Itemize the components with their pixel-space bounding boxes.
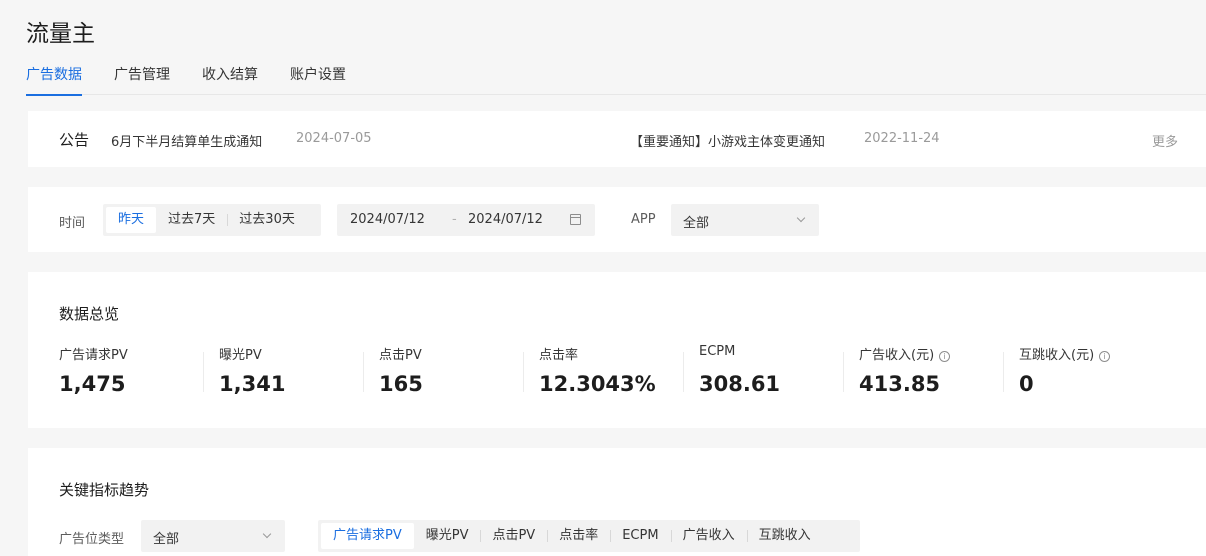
metric-divider: [683, 352, 684, 392]
metric-label-wrap: 互跳收入(元) i: [1019, 344, 1111, 363]
metric-value: 12.3043%: [539, 372, 656, 396]
metric-option-ctr[interactable]: 点击率: [547, 523, 610, 549]
metric-ad-requests: 广告请求PV 1,475: [59, 344, 219, 396]
tab-account-settings[interactable]: 账户设置: [290, 66, 346, 95]
slot-type-select[interactable]: 全部: [141, 520, 285, 552]
metric-value: 413.85: [859, 372, 941, 396]
time-option-30-days[interactable]: 过去30天: [227, 207, 307, 233]
page-title: 流量主: [26, 21, 95, 47]
calendar-icon[interactable]: [570, 214, 581, 225]
slot-type-label: 广告位类型: [59, 532, 125, 547]
date-start[interactable]: 2024/07/12: [350, 212, 425, 227]
main-tabs: 广告数据 广告管理 收入结算 账户设置: [26, 66, 1206, 96]
metric-option-cross-jump-revenue[interactable]: 互跳收入: [746, 523, 823, 549]
time-range-selector: 昨天 过去7天 过去30天: [103, 204, 321, 236]
time-option-yesterday[interactable]: 昨天: [106, 207, 157, 233]
info-icon[interactable]: i: [939, 351, 951, 362]
metric-selector: 广告请求PV 曝光PV 点击PV 点击率 ECPM 广告收入 互跳收入: [318, 520, 860, 552]
metric-value: 1,341: [219, 372, 286, 396]
info-icon[interactable]: i: [1099, 351, 1111, 362]
metric-divider: [203, 352, 204, 392]
metric-label: 广告请求PV: [59, 348, 128, 363]
metric-option-ecpm[interactable]: ECPM: [610, 523, 670, 549]
metric-value: 165: [379, 372, 423, 396]
metric-impressions: 曝光PV 1,341: [203, 344, 379, 396]
tab-ad-data[interactable]: 广告数据: [26, 66, 82, 96]
app-select-value: 全部: [683, 216, 710, 231]
metric-value: 0: [1019, 372, 1034, 396]
data-overview-panel: 数据总览 广告请求PV 1,475 曝光PV 1,341 点击PV 165 点击…: [28, 272, 1206, 428]
metric-label: 互跳收入(元): [1019, 348, 1095, 363]
metric-option-impressions[interactable]: 曝光PV: [414, 523, 481, 549]
notice-link[interactable]: 6月下半月结算单生成通知: [111, 131, 262, 150]
metric-clicks: 点击PV 165: [363, 344, 539, 396]
metric-ctr: 点击率 12.3043%: [523, 344, 699, 396]
metric-option-clicks[interactable]: 点击PV: [480, 523, 547, 549]
chevron-down-icon: [796, 213, 806, 223]
date-separator: -: [452, 212, 457, 227]
metric-label: 点击PV: [379, 348, 422, 363]
metric-value: 1,475: [59, 372, 126, 396]
metric-label-wrap: 广告收入(元) i: [859, 344, 951, 363]
app-label: APP: [631, 212, 656, 227]
date-range-picker[interactable]: 2024/07/12 - 2024/07/12: [337, 204, 595, 236]
tab-income-settlement[interactable]: 收入结算: [202, 66, 258, 95]
metric-option-ad-requests[interactable]: 广告请求PV: [321, 523, 414, 549]
notice-date: 2024-07-05: [296, 131, 372, 146]
metric-label: 广告收入(元): [859, 348, 935, 363]
section-title: 关键指标趋势: [59, 481, 150, 499]
metric-ecpm: ECPM 308.61: [683, 344, 859, 396]
metric-divider: [1003, 352, 1004, 392]
date-end[interactable]: 2024/07/12: [468, 212, 543, 227]
metric-divider: [523, 352, 524, 392]
filter-bar: 时间 昨天 过去7天 过去30天 2024/07/12 - 2024/07/12…: [28, 187, 1206, 252]
metric-option-ad-revenue[interactable]: 广告收入: [670, 523, 747, 549]
notice-link[interactable]: 【重要通知】小游戏主体变更通知: [630, 131, 825, 150]
notice-date: 2022-11-24: [864, 131, 940, 146]
notice-more-link[interactable]: 更多: [1152, 131, 1178, 150]
metric-divider: [363, 352, 364, 392]
metric-label: 曝光PV: [219, 348, 262, 363]
time-option-7-days[interactable]: 过去7天: [156, 207, 227, 233]
metric-divider: [843, 352, 844, 392]
section-title: 数据总览: [59, 305, 120, 323]
app-select[interactable]: 全部: [671, 204, 819, 236]
tab-ad-management[interactable]: 广告管理: [114, 66, 170, 95]
metric-value: 308.61: [699, 372, 781, 396]
notice-label: 公告: [59, 131, 90, 149]
notice-bar: 公告 6月下半月结算单生成通知 2024-07-05 【重要通知】小游戏主体变更…: [28, 111, 1206, 167]
time-label: 时间: [59, 216, 86, 231]
metric-label: 点击率: [539, 348, 579, 363]
metric-label: ECPM: [699, 344, 736, 359]
metric-cross-jump-revenue: 互跳收入(元) i 0: [1003, 344, 1179, 396]
slot-type-value: 全部: [153, 532, 180, 547]
key-metrics-trend-panel: 关键指标趋势 广告位类型 全部 广告请求PV 曝光PV 点击PV 点击率 ECP…: [28, 448, 1206, 556]
chevron-down-icon: [262, 529, 272, 539]
metric-ad-revenue: 广告收入(元) i 413.85: [843, 344, 1019, 396]
